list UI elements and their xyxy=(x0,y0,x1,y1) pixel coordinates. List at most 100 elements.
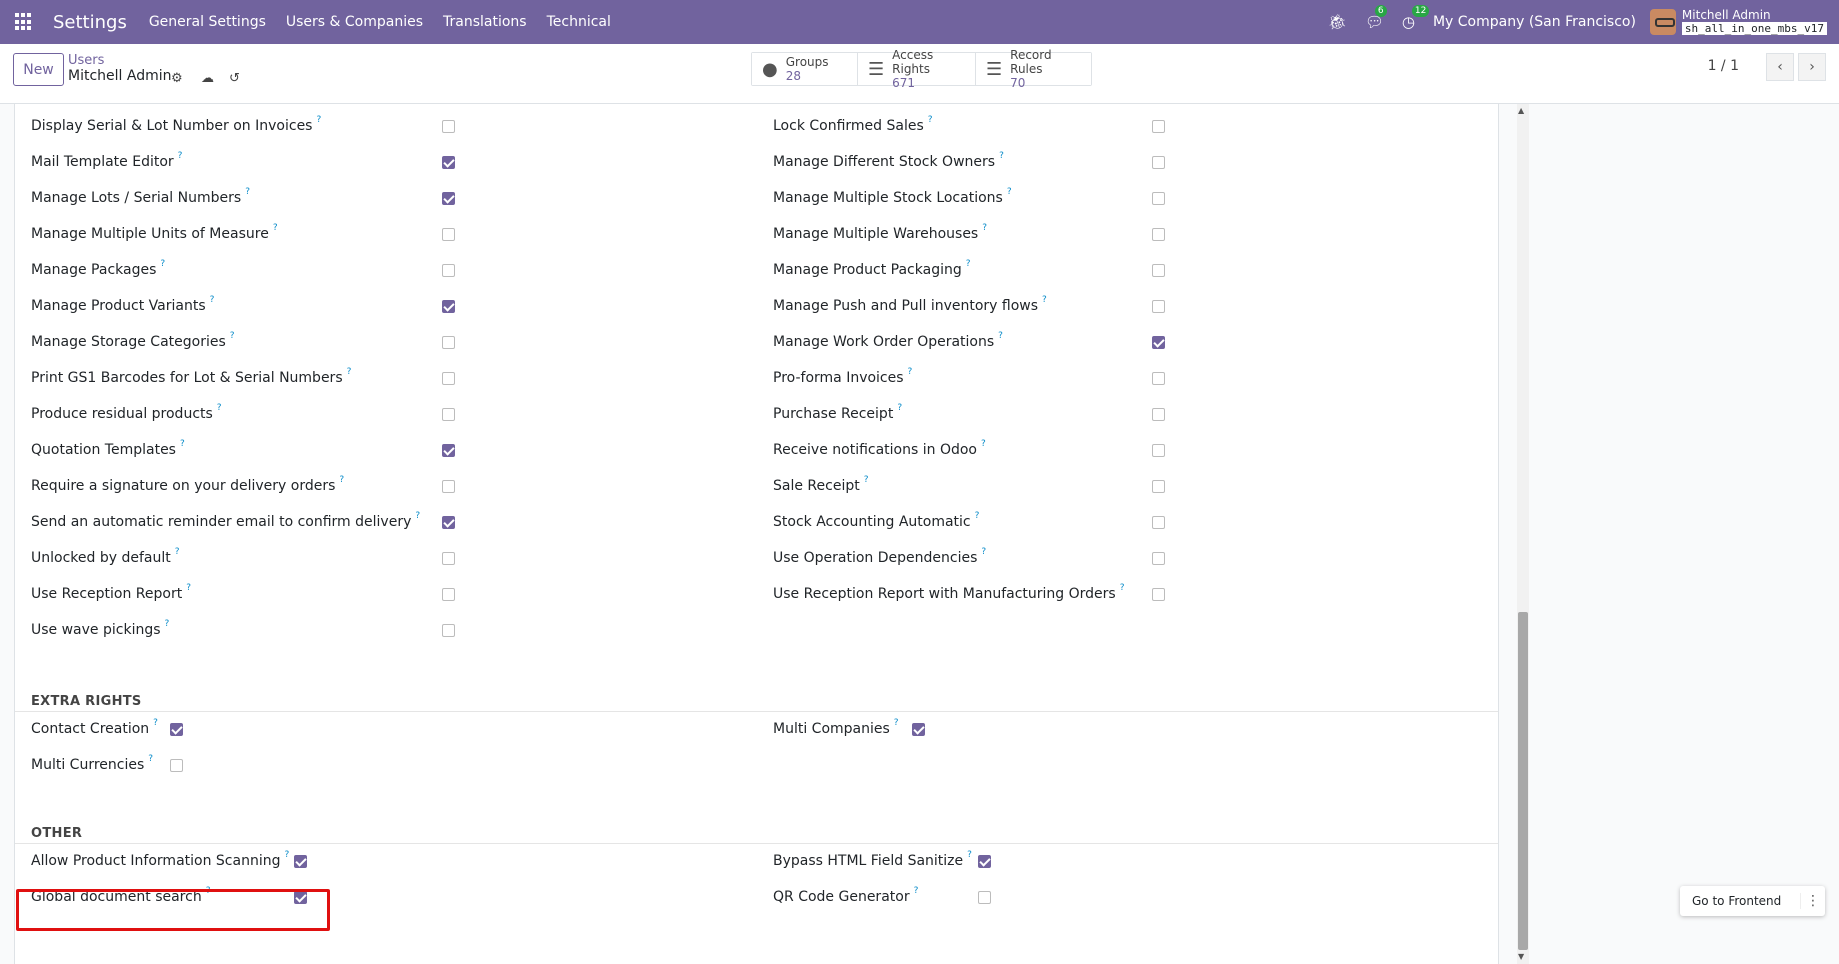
multi-currencies-checkbox[interactable] xyxy=(170,759,183,772)
help-tooltip[interactable]: ? xyxy=(339,475,344,485)
manage-work-order-operations-checkbox[interactable] xyxy=(1152,336,1165,349)
chat-icon[interactable]: 💬︎ 6 xyxy=(1365,5,1387,31)
more-vertical-icon[interactable]: ⋮ xyxy=(1800,893,1825,909)
multi-companies-checkbox[interactable] xyxy=(912,723,925,736)
manage-lots-serial-numbers-checkbox[interactable] xyxy=(442,192,455,205)
access-rights-smart-button[interactable]: ☰ Access Rights 671 xyxy=(858,48,976,90)
manage-different-stock-owners-checkbox[interactable] xyxy=(1152,156,1165,169)
help-tooltip[interactable]: ? xyxy=(967,850,972,860)
product-info-scanning-checkbox[interactable] xyxy=(294,855,307,868)
groups-smart-button[interactable]: ● Groups 28 xyxy=(752,53,858,85)
breadcrumb-parent[interactable]: Users xyxy=(68,53,104,68)
manage-product-packaging-checkbox[interactable] xyxy=(1152,264,1165,277)
help-tooltip[interactable]: ? xyxy=(153,718,158,728)
help-tooltip[interactable]: ? xyxy=(1120,583,1125,593)
menu-users-companies[interactable]: Users & Companies xyxy=(286,14,423,30)
manage-multiple-warehouses-checkbox[interactable] xyxy=(1152,228,1165,241)
help-tooltip[interactable]: ? xyxy=(178,151,183,161)
help-tooltip[interactable]: ? xyxy=(347,367,352,377)
help-tooltip[interactable]: ? xyxy=(908,367,913,377)
help-tooltip[interactable]: ? xyxy=(316,115,321,125)
help-tooltip[interactable]: ? xyxy=(210,295,215,305)
user-menu[interactable]: Mitchell Admin sh_all_in_one_mbs_v17 xyxy=(1681,9,1827,35)
help-tooltip[interactable]: ? xyxy=(175,547,180,557)
unlocked-by-default-checkbox[interactable] xyxy=(442,552,455,565)
help-tooltip[interactable]: ? xyxy=(415,511,420,521)
help-tooltip[interactable]: ? xyxy=(999,151,1004,161)
lock-confirmed-sales-checkbox[interactable] xyxy=(1152,120,1165,133)
qr-code-generator-checkbox[interactable] xyxy=(978,891,991,904)
bypass-html-sanitize-checkbox[interactable] xyxy=(978,855,991,868)
help-tooltip[interactable]: ? xyxy=(981,439,986,449)
go-to-frontend-button[interactable]: Go to Frontend xyxy=(1680,894,1800,908)
help-tooltip[interactable]: ? xyxy=(186,583,191,593)
menu-general-settings[interactable]: General Settings xyxy=(149,14,266,30)
help-tooltip[interactable]: ? xyxy=(160,259,165,269)
require-a-signature-on-your-delivery-orders-checkbox[interactable] xyxy=(442,480,455,493)
help-tooltip[interactable]: ? xyxy=(1007,187,1012,197)
pager-value[interactable]: 1 / 1 xyxy=(1708,58,1739,74)
record-rules-smart-button[interactable]: ☰ Record Rules 70 xyxy=(976,48,1091,90)
produce-residual-products-checkbox[interactable] xyxy=(442,408,455,421)
help-tooltip[interactable]: ? xyxy=(284,850,289,860)
help-tooltip[interactable]: ? xyxy=(273,223,278,233)
cloud-save-icon[interactable]: ☁ xyxy=(201,71,214,86)
access-right-produce-residual-products: Produce residual products? xyxy=(31,403,222,424)
help-tooltip[interactable]: ? xyxy=(981,547,986,557)
manage-multiple-units-of-measure-checkbox[interactable] xyxy=(442,228,455,241)
activity-clock-icon[interactable]: ◷ 12 xyxy=(1402,5,1430,31)
help-tooltip[interactable]: ? xyxy=(1042,295,1047,305)
help-tooltip[interactable]: ? xyxy=(245,187,250,197)
manage-packages-checkbox[interactable] xyxy=(442,264,455,277)
menu-translations[interactable]: Translations xyxy=(443,14,527,30)
help-tooltip[interactable]: ? xyxy=(914,886,919,896)
help-tooltip[interactable]: ? xyxy=(230,331,235,341)
pro-forma-invoices-checkbox[interactable] xyxy=(1152,372,1165,385)
manage-multiple-stock-locations-checkbox[interactable] xyxy=(1152,192,1165,205)
help-tooltip[interactable]: ? xyxy=(897,403,902,413)
use-wave-pickings-checkbox[interactable] xyxy=(442,624,455,637)
new-button[interactable]: New xyxy=(13,53,64,86)
apps-menu-icon[interactable] xyxy=(15,13,33,31)
help-tooltip[interactable]: ? xyxy=(180,439,185,449)
menu-technical[interactable]: Technical xyxy=(547,14,611,30)
use-operation-dependencies-checkbox[interactable] xyxy=(1152,552,1165,565)
scroll-up-arrow[interactable]: ▲ xyxy=(1518,106,1524,115)
help-tooltip[interactable]: ? xyxy=(966,259,971,269)
receive-notifications-in-odoo-checkbox[interactable] xyxy=(1152,444,1165,457)
use-reception-report-with-manufacturing-orders-checkbox[interactable] xyxy=(1152,588,1165,601)
company-switcher[interactable]: My Company (San Francisco) xyxy=(1433,14,1636,30)
help-tooltip[interactable]: ? xyxy=(864,475,869,485)
purchase-receipt-checkbox[interactable] xyxy=(1152,408,1165,421)
help-tooltip[interactable]: ? xyxy=(894,718,899,728)
help-tooltip[interactable]: ? xyxy=(217,403,222,413)
stock-accounting-automatic-checkbox[interactable] xyxy=(1152,516,1165,529)
pager-previous-button[interactable]: ‹ xyxy=(1766,53,1794,81)
help-tooltip[interactable]: ? xyxy=(998,331,1003,341)
scroll-down-arrow[interactable]: ▼ xyxy=(1518,952,1524,961)
discard-icon[interactable]: ↺ xyxy=(229,71,240,86)
manage-push-and-pull-inventory-flows-checkbox[interactable] xyxy=(1152,300,1165,313)
display-serial-lot-number-on-invoices-checkbox[interactable] xyxy=(442,120,455,133)
extra-right-multi-currencies: Multi Currencies? xyxy=(31,754,153,775)
scrollbar-thumb[interactable] xyxy=(1518,612,1528,950)
print-gs1-barcodes-for-lot-serial-numbers-checkbox[interactable] xyxy=(442,372,455,385)
help-tooltip[interactable]: ? xyxy=(975,511,980,521)
gear-icon[interactable]: ⚙ xyxy=(171,71,183,86)
manage-storage-categories-checkbox[interactable] xyxy=(442,336,455,349)
quotation-templates-checkbox[interactable] xyxy=(442,444,455,457)
app-brand[interactable]: Settings xyxy=(53,12,127,33)
mail-template-editor-checkbox[interactable] xyxy=(442,156,455,169)
pager-next-button[interactable]: › xyxy=(1798,53,1826,81)
user-avatar[interactable] xyxy=(1649,9,1676,35)
sale-receipt-checkbox[interactable] xyxy=(1152,480,1165,493)
help-tooltip[interactable]: ? xyxy=(928,115,933,125)
help-tooltip[interactable]: ? xyxy=(148,754,153,764)
help-tooltip[interactable]: ? xyxy=(165,619,170,629)
help-tooltip[interactable]: ? xyxy=(982,223,987,233)
contact-creation-checkbox[interactable] xyxy=(170,723,183,736)
manage-product-variants-checkbox[interactable] xyxy=(442,300,455,313)
use-reception-report-checkbox[interactable] xyxy=(442,588,455,601)
send-an-automatic-reminder-email-to-confirm-delivery-checkbox[interactable] xyxy=(442,516,455,529)
bug-icon[interactable]: 🐞︎ xyxy=(1328,13,1347,31)
